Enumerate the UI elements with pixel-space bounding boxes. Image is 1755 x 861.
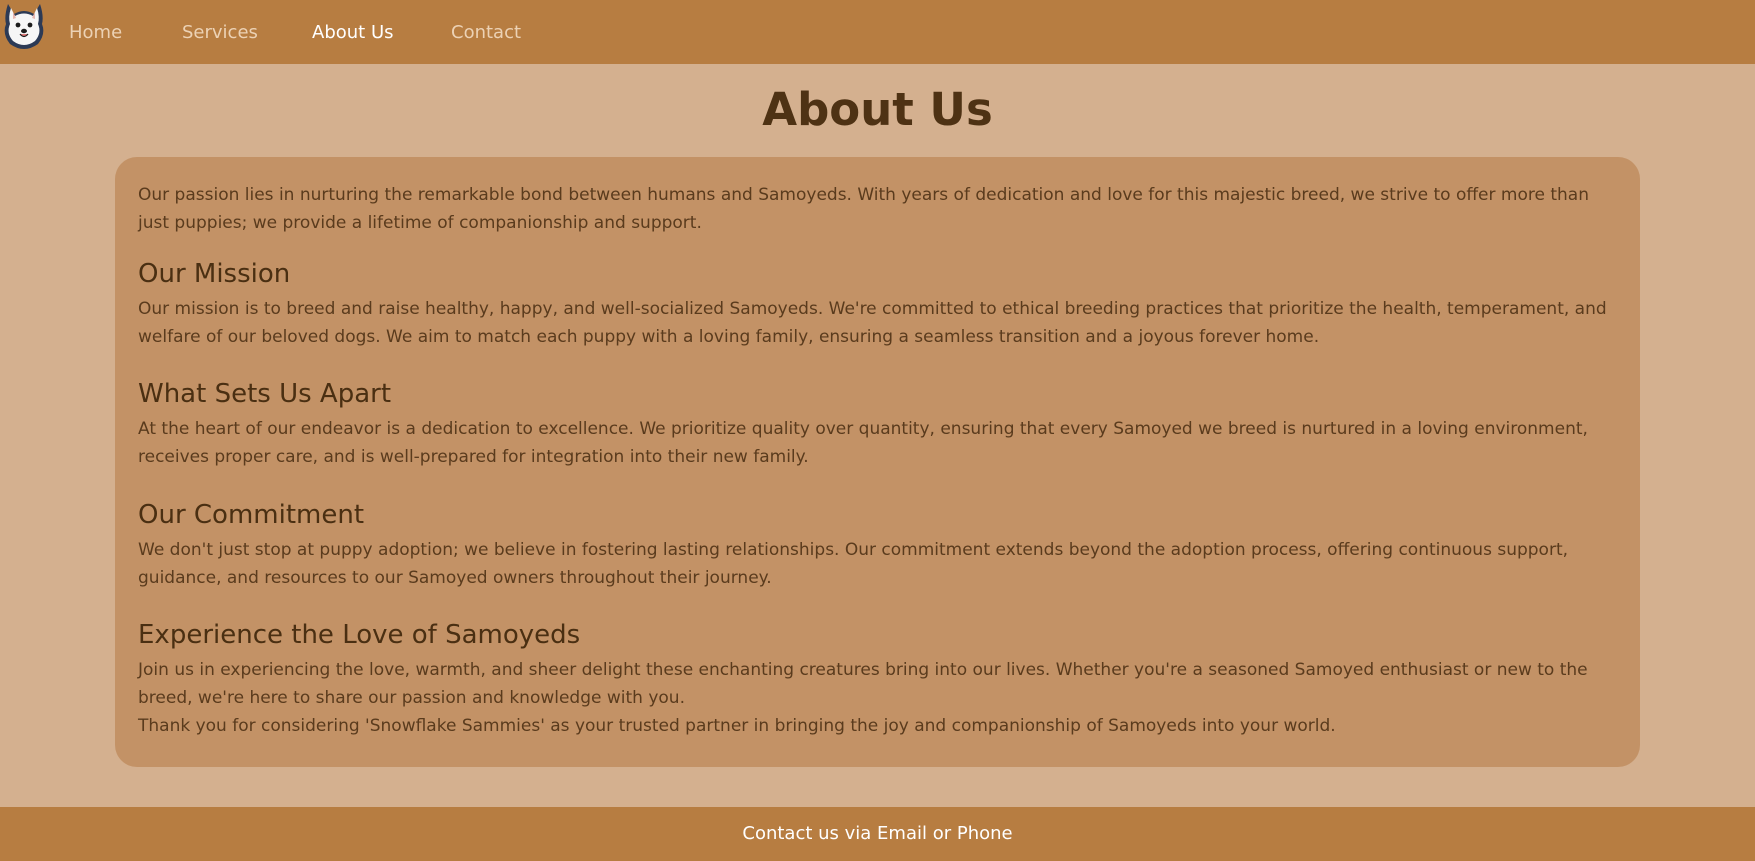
- footer-contact-text[interactable]: Contact us via Email or Phone: [742, 822, 1012, 846]
- samoyed-logo-icon[interactable]: [2, 0, 46, 52]
- section-experience-the-love: Experience the Love of Samoyeds Join us …: [138, 618, 1618, 740]
- section-heading: Our Mission: [138, 259, 291, 289]
- section-heading: What Sets Us Apart: [138, 379, 392, 409]
- closing-paragraph: Thank you for considering 'Snowflake Sam…: [138, 716, 1336, 736]
- nav-link-services[interactable]: Services: [182, 21, 258, 45]
- section-body: At the heart of our endeavor is a dedica…: [138, 419, 1588, 467]
- nav-link-about-us[interactable]: About Us: [312, 21, 394, 45]
- section-body: Join us in experiencing the love, warmth…: [138, 660, 1588, 708]
- nav-link-home[interactable]: Home: [69, 21, 122, 45]
- footer-bar: Contact us via Email or Phone: [0, 807, 1755, 861]
- nav-link-contact[interactable]: Contact: [451, 21, 521, 45]
- intro-paragraph: Our passion lies in nurturing the remark…: [138, 185, 1589, 233]
- section-our-mission: Our Mission Our mission is to breed and …: [138, 257, 1618, 351]
- intro-block: Our passion lies in nurturing the remark…: [138, 181, 1618, 237]
- about-content-card: Our passion lies in nurturing the remark…: [115, 157, 1640, 767]
- page-title: About Us: [762, 83, 993, 136]
- top-navigation-bar: Home Services About Us Contact: [0, 0, 1755, 64]
- section-heading: Our Commitment: [138, 500, 365, 530]
- section-heading: Experience the Love of Samoyeds: [138, 620, 581, 650]
- section-what-sets-us-apart: What Sets Us Apart At the heart of our e…: [138, 377, 1618, 471]
- section-body: Our mission is to breed and raise health…: [138, 299, 1607, 347]
- section-our-commitment: Our Commitment We don't just stop at pup…: [138, 498, 1618, 592]
- section-body: We don't just stop at puppy adoption; we…: [138, 540, 1569, 588]
